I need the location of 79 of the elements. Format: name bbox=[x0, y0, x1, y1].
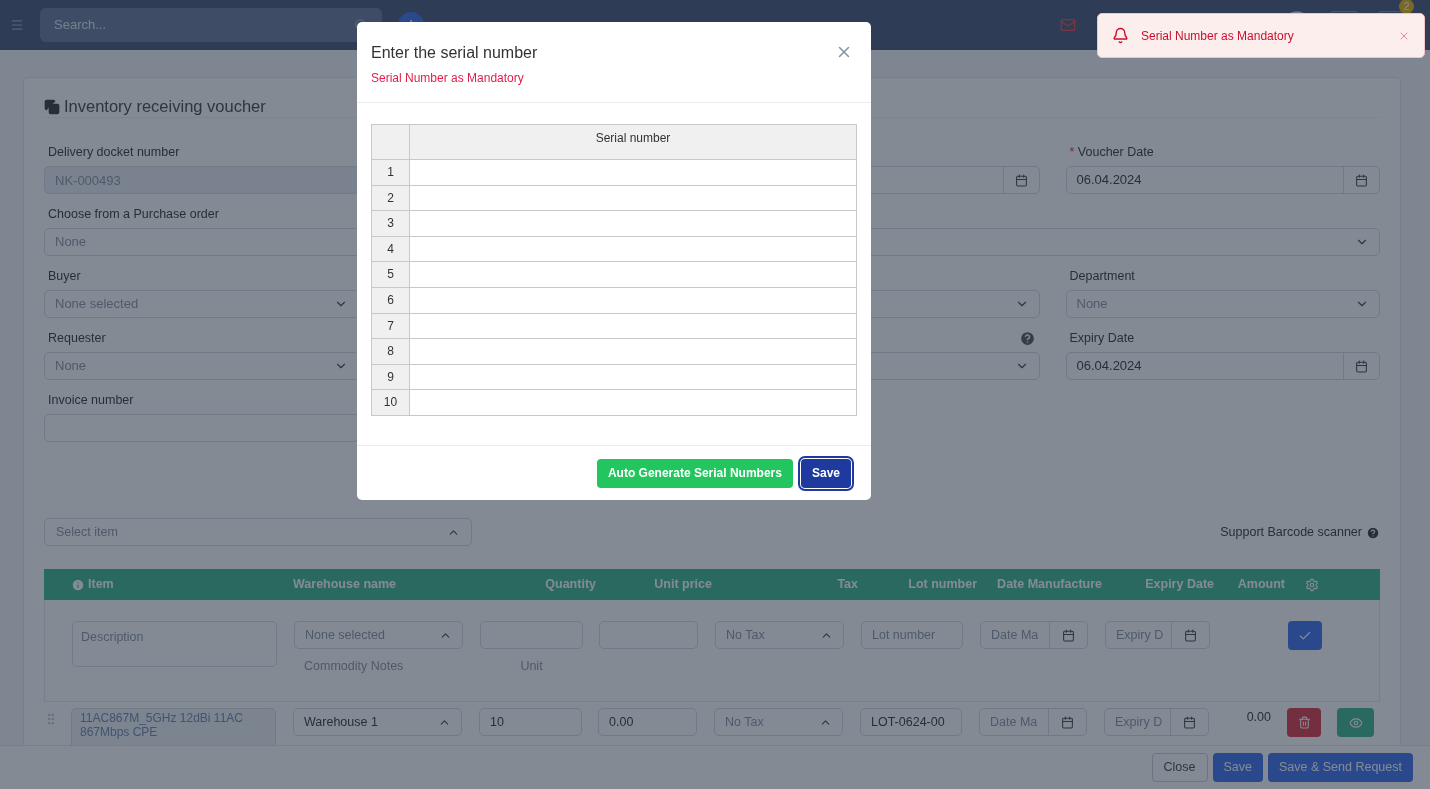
trash-icon bbox=[1297, 716, 1311, 729]
field-label: Buyer bbox=[48, 268, 81, 286]
confirm-button[interactable] bbox=[1288, 621, 1322, 650]
row-number: 6 bbox=[372, 287, 410, 314]
date-value: 06.04.2024 bbox=[1075, 357, 1143, 376]
serial-number-cell[interactable] bbox=[410, 313, 857, 340]
field-label: Invoice number bbox=[48, 392, 134, 410]
menu-icon[interactable] bbox=[10, 18, 24, 32]
row-number: 1 bbox=[372, 160, 410, 186]
column-header: Expiry Date bbox=[1145, 576, 1214, 594]
row-number: 4 bbox=[372, 236, 410, 263]
field-label: Delivery docket number bbox=[48, 144, 180, 162]
row-number: 5 bbox=[372, 262, 410, 288]
date-value: 06.04.2024 bbox=[1075, 171, 1143, 190]
count-badge: 2 bbox=[1399, 0, 1414, 14]
serial-number-cell[interactable] bbox=[410, 262, 857, 288]
row-number: 8 bbox=[372, 339, 410, 365]
bell-icon bbox=[1112, 27, 1129, 44]
calendar-icon bbox=[1355, 173, 1368, 187]
serial-number-cell[interactable] bbox=[410, 390, 857, 416]
unit-price-field[interactable]: 0.00 bbox=[598, 708, 697, 736]
serial-number-cell[interactable] bbox=[410, 364, 857, 391]
calendar-icon bbox=[1062, 628, 1075, 642]
footer-button[interactable]: Close bbox=[1151, 753, 1208, 782]
mail-icon[interactable] bbox=[1060, 17, 1076, 33]
column-header: Unit price bbox=[654, 576, 712, 594]
column-header: Serial number bbox=[410, 125, 857, 160]
field-label: Department bbox=[1069, 268, 1135, 286]
calendar-icon bbox=[1355, 359, 1368, 373]
eye-icon bbox=[1348, 715, 1363, 730]
help-icon[interactable] bbox=[1018, 330, 1036, 347]
row-number: 10 bbox=[372, 390, 410, 416]
column-header: Quantity bbox=[545, 576, 596, 594]
field-label: * Voucher Date bbox=[1069, 144, 1154, 162]
field-label: Expiry Date bbox=[1069, 330, 1135, 348]
footer-button[interactable]: Save & Send Request bbox=[1268, 753, 1413, 782]
column-header: Amount bbox=[1237, 576, 1285, 594]
column-header: Warehouse name bbox=[293, 576, 397, 594]
calendar-icon bbox=[1014, 173, 1028, 187]
date-field[interactable]: 06.04.2024 bbox=[1065, 166, 1380, 194]
amount-value: 0.00 bbox=[1246, 709, 1271, 726]
column-header: Tax bbox=[837, 576, 858, 594]
serial-number-cell[interactable] bbox=[410, 236, 857, 263]
delete-button[interactable] bbox=[1287, 708, 1321, 737]
column-header: Item bbox=[88, 576, 114, 594]
copy-icon bbox=[44, 98, 60, 115]
calendar-icon bbox=[1184, 628, 1197, 642]
quantity-field[interactable]: 10 bbox=[479, 708, 582, 736]
serial-number-cell[interactable] bbox=[410, 339, 857, 365]
dialog-button[interactable]: Save bbox=[800, 458, 851, 488]
row-number: 2 bbox=[372, 185, 410, 212]
dialog-button[interactable]: Auto Generate Serial Numbers bbox=[596, 458, 793, 488]
column-header: Date Manufacture bbox=[997, 576, 1102, 594]
field-label: Requester bbox=[48, 330, 106, 348]
serial-number-cell[interactable] bbox=[410, 211, 857, 237]
dialog-title: Enter the serial number bbox=[371, 43, 538, 63]
row-number: 3 bbox=[372, 211, 410, 237]
serial-number-cell[interactable] bbox=[410, 160, 857, 186]
dialog-subtitle: Serial Number as Mandatory bbox=[371, 70, 525, 87]
lot-number-field[interactable]: LOT-0624-00 bbox=[860, 708, 962, 736]
barcode-note: Support Barcode scanner bbox=[1220, 524, 1362, 542]
settings-icon[interactable] bbox=[1305, 577, 1319, 592]
column-header: Lot number bbox=[908, 576, 977, 594]
serial-number-cell[interactable] bbox=[410, 185, 857, 212]
field-label: Choose from a Purchase order bbox=[48, 206, 219, 224]
calendar-icon bbox=[1183, 715, 1196, 729]
description-field[interactable]: 11AC867M_5GHz 12dBi 11AC 867Mbps CPE bbox=[71, 708, 276, 745]
text-field[interactable] bbox=[44, 414, 359, 442]
serial-number-cell[interactable] bbox=[410, 287, 857, 314]
row-number: 7 bbox=[372, 313, 410, 340]
select-field[interactable]: Warehouse 1 bbox=[293, 708, 462, 736]
view-button[interactable] bbox=[1337, 708, 1374, 737]
calendar-icon bbox=[1061, 715, 1074, 729]
row-number: 9 bbox=[372, 364, 410, 391]
date-field[interactable]: 06.04.2024 bbox=[1065, 352, 1380, 380]
toast-message: Serial Number as Mandatory bbox=[1141, 27, 1295, 45]
help-icon[interactable] bbox=[1366, 525, 1380, 540]
page-title: Inventory receiving voucher bbox=[64, 96, 266, 118]
footer-button[interactable]: Save bbox=[1212, 753, 1263, 782]
